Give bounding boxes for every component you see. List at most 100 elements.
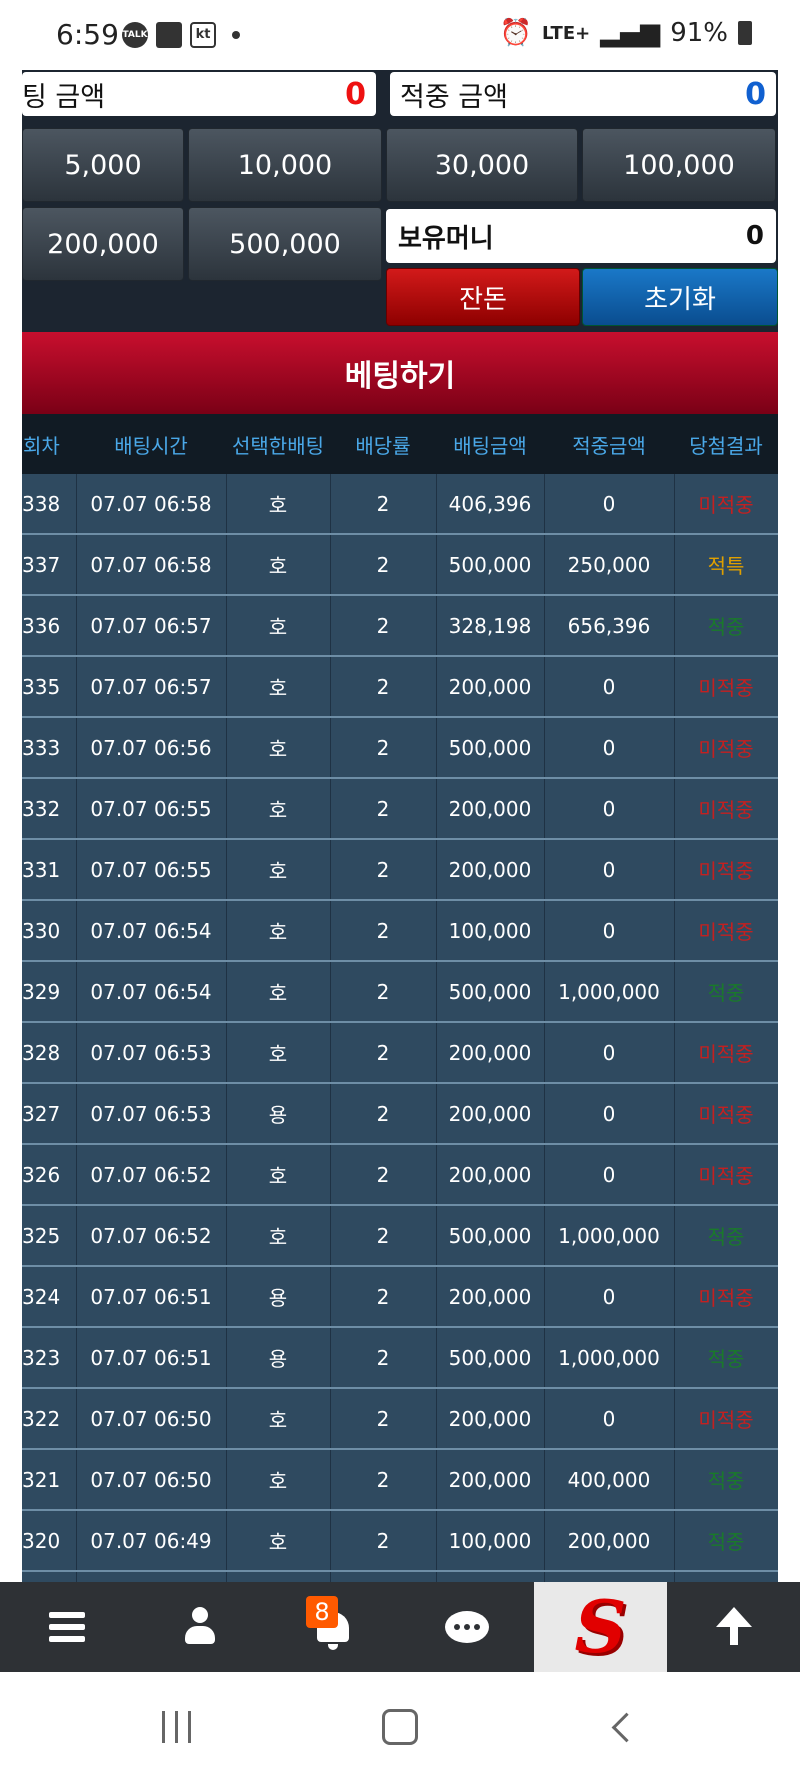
user-button[interactable] — [133, 1582, 266, 1672]
table-row: 337 07.07 06:58 호 2 500,000 250,000 적특 — [22, 534, 778, 596]
time-cell: 07.07 06:52 — [76, 1205, 227, 1267]
chip-100000-button[interactable]: 100,000 — [582, 128, 776, 202]
pick-cell: 용 — [226, 1266, 331, 1328]
table-row: 327 07.07 06:53 용 2 200,000 0 미적중 — [22, 1083, 778, 1145]
bet-cell: 200,000 — [436, 656, 545, 718]
table-row: 332 07.07 06:55 호 2 200,000 0 미적중 — [22, 778, 778, 840]
table-row: 335 07.07 06:57 호 2 200,000 0 미적중 — [22, 656, 778, 718]
odds-cell: 2 — [330, 534, 437, 596]
win-cell: 0 — [544, 900, 675, 962]
pick-cell: 호 — [226, 839, 331, 901]
round-cell: 323 — [22, 1327, 77, 1389]
bet-cell: 500,000 — [436, 717, 545, 779]
time-cell: 07.07 06:48 — [76, 1571, 227, 1582]
pick-cell: 호 — [226, 1022, 331, 1084]
place-bet-button[interactable]: 베팅하기 — [22, 332, 778, 414]
chip-500000-button[interactable]: 500,000 — [188, 207, 382, 281]
chip-10000-button[interactable]: 10,000 — [188, 128, 382, 202]
table-row: 320 07.07 06:49 호 2 100,000 200,000 적중 — [22, 1510, 778, 1572]
bet-cell: 200,000 — [436, 1388, 545, 1450]
odds-cell: 2 — [330, 1571, 437, 1582]
scroll-top-button[interactable] — [667, 1582, 800, 1672]
bet-cell: 200,000 — [436, 778, 545, 840]
kt-icon: kt — [190, 22, 216, 48]
bet-cell: 100,000 — [436, 1571, 545, 1582]
time-cell: 07.07 06:50 — [76, 1449, 227, 1511]
time-cell: 07.07 06:49 — [76, 1510, 227, 1572]
odds-cell: 2 — [330, 1205, 437, 1267]
odds-cell: 2 — [330, 1388, 437, 1450]
status-bar: 6:59 TALK kt ⏰ LTE+ ▂▄▆ 91% — [0, 0, 800, 70]
balance-box: 보유머니 0 — [386, 209, 776, 263]
time-cell: 07.07 06:57 — [76, 656, 227, 718]
time-cell: 07.07 06:55 — [76, 839, 227, 901]
odds-cell: 2 — [330, 595, 437, 657]
reset-button[interactable]: 초기화 — [582, 268, 778, 326]
win-cell: 0 — [544, 1388, 675, 1450]
pick-cell: 호 — [226, 474, 331, 535]
result-cell: 미적중 — [674, 900, 778, 962]
col-result: 당첨결과 — [674, 414, 778, 474]
pick-cell: 호 — [226, 717, 331, 779]
bet-cell: 100,000 — [436, 1510, 545, 1572]
menu-icon — [48, 1606, 85, 1648]
chip-30000-button[interactable]: 30,000 — [386, 128, 578, 202]
bet-cell: 100,000 — [436, 900, 545, 962]
bet-cell: 200,000 — [436, 1266, 545, 1328]
win-cell: 0 — [544, 1144, 675, 1206]
table-header-row: 회차 배팅시간 선택한배팅 배당률 배팅금액 적중금액 당첨결과 — [22, 414, 778, 474]
pick-cell: 호 — [226, 1571, 331, 1582]
user-icon — [183, 1607, 217, 1647]
odds-cell: 2 — [330, 656, 437, 718]
back-icon — [611, 1712, 641, 1742]
result-cell: 미적중 — [674, 656, 778, 718]
win-cell: 0 — [544, 656, 675, 718]
home-button[interactable] — [370, 1702, 430, 1752]
time-cell: 07.07 06:54 — [76, 900, 227, 962]
win-cell: 656,396 — [544, 595, 675, 657]
table-row: 326 07.07 06:52 호 2 200,000 0 미적중 — [22, 1144, 778, 1206]
status-icons: TALK kt — [122, 22, 240, 48]
result-cell: 미적중 — [674, 1144, 778, 1206]
result-cell: 미적중 — [674, 474, 778, 535]
result-cell: 미적중 — [674, 1083, 778, 1145]
bet-cell: 500,000 — [436, 961, 545, 1023]
round-cell: 336 — [22, 595, 77, 657]
chip-5000-button[interactable]: 5,000 — [22, 128, 184, 202]
pick-cell: 호 — [226, 778, 331, 840]
table-row: 322 07.07 06:50 호 2 200,000 0 미적중 — [22, 1388, 778, 1450]
table-row: 330 07.07 06:54 호 2 100,000 0 미적중 — [22, 900, 778, 962]
round-cell: 332 — [22, 778, 77, 840]
chat-button[interactable] — [400, 1582, 533, 1672]
bet-amount-value: 0 — [345, 76, 366, 112]
col-bet: 배팅금액 — [436, 414, 544, 474]
image-icon — [156, 22, 182, 48]
round-cell: 321 — [22, 1449, 77, 1511]
table-row: 328 07.07 06:53 호 2 200,000 0 미적중 — [22, 1022, 778, 1084]
col-pick: 선택한배팅 — [226, 414, 330, 474]
pick-cell: 호 — [226, 656, 331, 718]
pick-cell: 호 — [226, 1510, 331, 1572]
round-cell: 320 — [22, 1510, 77, 1572]
menu-button[interactable] — [0, 1582, 133, 1672]
back-button[interactable] — [596, 1702, 656, 1752]
bet-amount-label: 팅 금액 — [22, 81, 106, 113]
table-row: 336 07.07 06:57 호 2 328,198 656,396 적중 — [22, 595, 778, 657]
notification-badge: 8 — [306, 1596, 338, 1628]
odds-cell: 2 — [330, 1022, 437, 1084]
round-cell: 324 — [22, 1266, 77, 1328]
balance-label: 보유머니 — [398, 223, 494, 254]
odds-cell: 2 — [330, 1266, 437, 1328]
win-amount-label: 적중 금액 — [400, 81, 508, 113]
recents-button[interactable] — [146, 1702, 206, 1752]
chip-200000-button[interactable]: 200,000 — [22, 207, 184, 281]
round-cell: 330 — [22, 900, 77, 962]
battery-icon — [738, 21, 752, 45]
logo-s-icon: S — [574, 1584, 627, 1669]
round-cell: 333 — [22, 717, 77, 779]
balance-button[interactable]: 잔돈 — [386, 268, 580, 326]
time-cell: 07.07 06:55 — [76, 778, 227, 840]
result-cell: 미적중 — [674, 1388, 778, 1450]
site-logo[interactable]: S — [534, 1582, 667, 1672]
pick-cell: 호 — [226, 900, 331, 962]
